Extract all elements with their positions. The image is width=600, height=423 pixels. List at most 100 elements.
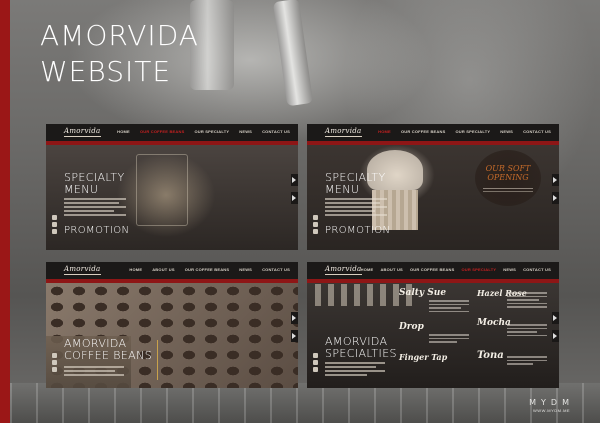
menu-script-tona: Tona bbox=[477, 350, 504, 361]
next-arrow-icon[interactable] bbox=[552, 312, 559, 324]
nav-item[interactable]: OUR SPECIALTY bbox=[455, 129, 490, 134]
watermark-main: MYDM bbox=[529, 398, 574, 407]
site-nav: HOME ABOUT US OUR COFFEE BEANS OUR SPECI… bbox=[361, 267, 551, 272]
nav-item[interactable]: CONTACT US bbox=[262, 267, 290, 272]
nav-item[interactable]: HOME bbox=[378, 129, 391, 134]
next-arrow-icon[interactable] bbox=[291, 174, 298, 186]
nav-item[interactable]: OUR COFFEE BEANS bbox=[140, 129, 185, 134]
site-logo[interactable]: Amorvida bbox=[325, 265, 362, 275]
facebook-icon[interactable] bbox=[52, 215, 57, 220]
facebook-icon[interactable] bbox=[313, 215, 318, 220]
site-nav: HOME OUR COFFEE BEANS OUR SPECIALTY NEWS… bbox=[378, 129, 551, 134]
accent-bar bbox=[0, 0, 10, 423]
social-icons bbox=[52, 215, 57, 236]
site-logo[interactable]: Amorvida bbox=[64, 265, 101, 275]
heading-line: COFFEE BEANS bbox=[64, 349, 153, 362]
description-text bbox=[64, 366, 124, 378]
header-red-strip bbox=[46, 141, 298, 145]
social-icons bbox=[313, 353, 318, 374]
next-arrow-icon[interactable] bbox=[291, 192, 298, 204]
nav-item[interactable]: CONTACT US bbox=[523, 129, 551, 134]
heading-line: MENU bbox=[325, 183, 360, 196]
site-nav: HOME OUR COFFEE BEANS OUR SPECIALTY NEWS… bbox=[117, 129, 290, 134]
twitter-icon[interactable] bbox=[313, 222, 318, 227]
promotion-heading: PROMOTION bbox=[64, 225, 130, 236]
menu-list bbox=[64, 198, 126, 218]
watermark: MYDM WWW.MYDM.ME bbox=[529, 398, 574, 413]
header-red-strip bbox=[46, 279, 298, 283]
twitter-icon[interactable] bbox=[313, 360, 318, 365]
nav-item[interactable]: NEWS bbox=[239, 267, 252, 272]
nav-item[interactable]: HOME bbox=[361, 267, 374, 272]
hero-heading: SPECIALTY MENU bbox=[325, 172, 386, 196]
badge-subtext bbox=[483, 188, 533, 189]
thumbnail-specialties[interactable]: Amorvida HOME ABOUT US OUR COFFEE BEANS … bbox=[307, 262, 559, 388]
site-logo[interactable]: Amorvida bbox=[64, 127, 101, 137]
nav-item[interactable]: OUR COFFEE BEANS bbox=[401, 129, 446, 134]
thumbnail-soft-opening[interactable]: Amorvida HOME OUR COFFEE BEANS OUR SPECI… bbox=[307, 124, 559, 250]
menu-script-drop: Drop bbox=[399, 322, 424, 332]
instagram-icon[interactable] bbox=[52, 229, 57, 234]
twitter-icon[interactable] bbox=[52, 222, 57, 227]
menu-script-finger-tap: Finger Tap bbox=[399, 352, 448, 362]
nav-item[interactable]: CONTACT US bbox=[262, 129, 290, 134]
description-text bbox=[325, 362, 385, 378]
facebook-icon[interactable] bbox=[52, 353, 57, 358]
nav-item[interactable]: OUR SPECIALTY bbox=[194, 129, 229, 134]
instagram-icon[interactable] bbox=[52, 367, 57, 372]
title-line-2: WEBSITE bbox=[40, 55, 172, 88]
menu-column-text bbox=[507, 356, 547, 367]
site-nav: HOME ABOUT US OUR COFFEE BEANS NEWS CONT… bbox=[129, 267, 290, 272]
menu-column-text bbox=[429, 334, 469, 345]
badge-line: OPENING bbox=[487, 173, 529, 182]
header-red-strip bbox=[307, 279, 559, 283]
social-icons bbox=[52, 353, 57, 374]
menu-script-mocha: Mocha bbox=[477, 318, 511, 328]
nav-item[interactable]: OUR SPECIALTY bbox=[461, 267, 496, 272]
nav-item[interactable]: ABOUT US bbox=[380, 267, 403, 272]
thumbnail-coffee-beans[interactable]: Amorvida HOME ABOUT US OUR COFFEE BEANS … bbox=[46, 262, 298, 388]
next-arrow-icon[interactable] bbox=[291, 330, 298, 342]
title-line-1: AMORVIDA bbox=[40, 19, 199, 52]
site-logo[interactable]: Amorvida bbox=[325, 127, 362, 137]
nav-item[interactable]: CONTACT US bbox=[523, 267, 551, 272]
menu-script-salty-sue: Salty Sue bbox=[399, 288, 447, 298]
instagram-icon[interactable] bbox=[313, 229, 318, 234]
nav-item[interactable]: HOME bbox=[117, 129, 130, 134]
promotion-heading: PROMOTION bbox=[325, 225, 391, 236]
badge-line: OUR SOFT bbox=[485, 164, 531, 173]
social-icons bbox=[313, 215, 318, 236]
next-arrow-icon[interactable] bbox=[552, 174, 559, 186]
nav-item[interactable]: NEWS bbox=[500, 129, 513, 134]
nav-item[interactable]: OUR COFFEE BEANS bbox=[410, 267, 455, 272]
next-arrow-icon[interactable] bbox=[552, 330, 559, 342]
soft-opening-badge: OUR SOFT OPENING bbox=[475, 150, 541, 206]
twitter-icon[interactable] bbox=[52, 360, 57, 365]
page-title: AMORVIDA WEBSITE bbox=[40, 18, 199, 90]
heading-line: SPECIALTIES bbox=[325, 347, 397, 360]
thumbnail-specialty-menu[interactable]: Amorvida HOME OUR COFFEE BEANS OUR SPECI… bbox=[46, 124, 298, 250]
nav-item[interactable]: NEWS bbox=[503, 267, 516, 272]
menu-list bbox=[325, 198, 387, 218]
nav-item[interactable]: NEWS bbox=[239, 129, 252, 134]
drip-tray bbox=[10, 383, 600, 423]
glass-shape bbox=[136, 154, 188, 226]
menu-column-text bbox=[507, 292, 547, 310]
nav-item[interactable]: HOME bbox=[129, 267, 142, 272]
menu-column-text bbox=[507, 324, 547, 338]
divider-line bbox=[157, 340, 158, 380]
badge-text: OUR SOFT OPENING bbox=[475, 164, 541, 182]
instagram-icon[interactable] bbox=[313, 367, 318, 372]
hero-heading: AMORVIDA SPECIALTIES bbox=[325, 336, 397, 360]
watermark-sub: WWW.MYDM.ME bbox=[533, 408, 571, 413]
header-red-strip bbox=[307, 141, 559, 145]
next-arrow-icon[interactable] bbox=[291, 312, 298, 324]
nav-item[interactable]: ABOUT US bbox=[152, 267, 175, 272]
hero-heading: AMORVIDA COFFEE BEANS bbox=[64, 338, 152, 362]
hero-heading: SPECIALTY MENU bbox=[64, 172, 125, 196]
facebook-icon[interactable] bbox=[313, 353, 318, 358]
nav-item[interactable]: OUR COFFEE BEANS bbox=[185, 267, 230, 272]
heading-line: MENU bbox=[64, 183, 99, 196]
next-arrow-icon[interactable] bbox=[552, 192, 559, 204]
menu-column-text bbox=[429, 300, 469, 314]
